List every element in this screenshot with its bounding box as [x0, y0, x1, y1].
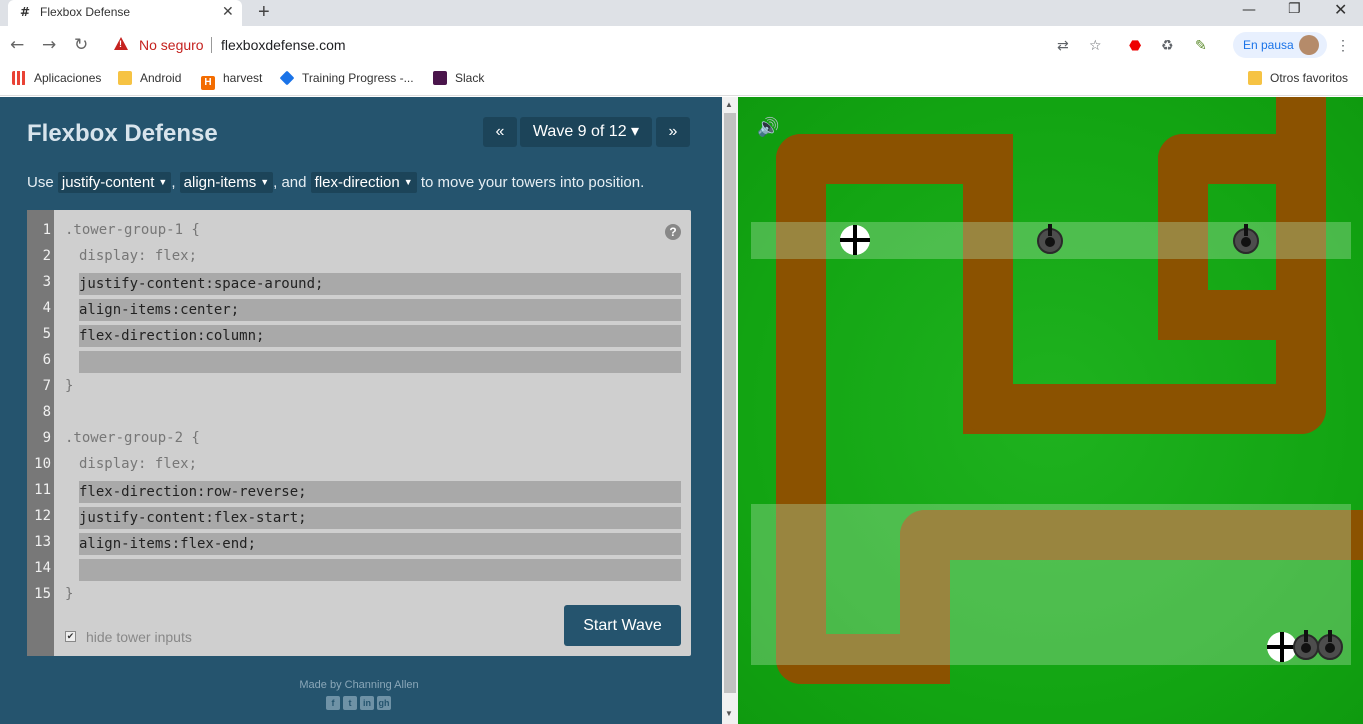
scrollbar[interactable]: ▲ ▼: [722, 97, 738, 724]
group2-input-4[interactable]: [79, 559, 681, 581]
warning-icon: [114, 37, 128, 50]
tower[interactable]: [1293, 630, 1319, 660]
bookmark-apps[interactable]: Aplicaciones: [12, 71, 101, 85]
twitter-icon[interactable]: t: [343, 696, 357, 710]
wave-label: Wave 9 of 12: [532, 123, 627, 140]
display-rule-2: display: flex;: [79, 456, 198, 472]
game-board: 🔊: [738, 97, 1363, 724]
tower[interactable]: [1233, 224, 1259, 254]
scroll-down-icon[interactable]: ▼: [725, 709, 733, 718]
folder-icon: [1248, 71, 1262, 85]
next-wave-button[interactable]: »: [656, 117, 690, 147]
forward-icon[interactable]: →: [42, 35, 56, 55]
bookmark-slack[interactable]: Slack: [433, 71, 484, 85]
back-icon[interactable]: ←: [10, 35, 24, 55]
hide-inputs-label[interactable]: hide tower inputs: [86, 629, 192, 645]
minimize-icon[interactable]: —: [1242, 2, 1256, 18]
avatar: [1299, 35, 1319, 55]
property-chip-align-items[interactable]: align-items ▼: [179, 172, 274, 193]
close-brace-2: }: [65, 586, 74, 602]
prev-wave-button[interactable]: «: [483, 117, 517, 147]
group2-input-3[interactable]: [79, 533, 681, 555]
start-wave-button[interactable]: Start Wave: [564, 605, 681, 646]
restore-icon[interactable]: ❐: [1288, 1, 1301, 17]
instructions-panel: Flexbox Defense « Wave 9 of 12 ▾ » Use j…: [0, 97, 722, 724]
training-icon: [279, 70, 295, 86]
tower[interactable]: [1037, 224, 1063, 254]
group1-input-2[interactable]: [79, 299, 681, 321]
scroll-up-icon[interactable]: ▲: [725, 100, 733, 109]
bookmark-android[interactable]: Android: [118, 71, 181, 85]
css-editor: 1 2 3 4 5 6 7 8 9 10 11 12 13 14 15 .tow…: [27, 210, 691, 656]
group1-input-3[interactable]: [79, 325, 681, 347]
tower[interactable]: [1317, 630, 1343, 660]
new-tab-icon[interactable]: +: [258, 1, 270, 24]
browser-tab[interactable]: # Flexbox Defense ✕: [8, 0, 242, 26]
group2-input-2[interactable]: [79, 507, 681, 529]
bookmarks-bar: Aplicaciones Android Hharvest Training P…: [0, 64, 1363, 96]
url-text[interactable]: flexboxdefense.com: [221, 37, 346, 53]
menu-icon[interactable]: ⋮: [1336, 37, 1350, 54]
help-icon[interactable]: ?: [665, 224, 681, 240]
tower-group-2-zone: [751, 504, 1351, 665]
close-brace-1: }: [65, 378, 74, 394]
profile-button[interactable]: En pausa: [1233, 32, 1327, 58]
star-icon[interactable]: ☆: [1089, 38, 1102, 54]
selector-group-2: .tower-group-2 {: [65, 430, 200, 446]
enemy-path: [1158, 290, 1326, 340]
scroll-thumb[interactable]: [724, 113, 736, 693]
github-icon[interactable]: gh: [377, 696, 391, 710]
line-gutter: 1 2 3 4 5 6 7 8 9 10 11 12 13 14 15: [27, 210, 54, 656]
instruction-text: Use justify-content ▼, align-items ▼, and …: [27, 172, 645, 193]
tower-target-marker: [840, 225, 870, 255]
profile-status: En pausa: [1243, 38, 1294, 52]
close-window-icon[interactable]: ✕: [1334, 0, 1347, 19]
harvest-icon: H: [201, 76, 215, 90]
browser-toolbar: ← → ↻ No seguro flexboxdefense.com ⇄ ☆ ⬣…: [0, 26, 1363, 64]
property-chip-flex-direction[interactable]: flex-direction ▼: [310, 172, 417, 193]
group1-input-1[interactable]: [79, 273, 681, 295]
reload-icon[interactable]: ↻: [74, 35, 88, 55]
address-bar[interactable]: No seguro flexboxdefense.com: [104, 32, 1119, 58]
group2-input-1[interactable]: [79, 481, 681, 503]
hide-inputs-checkbox[interactable]: ✔: [65, 631, 76, 642]
apps-icon: [12, 71, 26, 85]
group1-input-4[interactable]: [79, 351, 681, 373]
security-label[interactable]: No seguro: [139, 37, 204, 53]
recycle-icon[interactable]: ♻: [1161, 38, 1174, 54]
tab-title: Flexbox Defense: [40, 5, 131, 19]
facebook-icon[interactable]: f: [326, 696, 340, 710]
page-title: Flexbox Defense: [27, 120, 218, 147]
translate-icon[interactable]: ⇄: [1057, 38, 1069, 54]
tab-strip: # Flexbox Defense ✕ + — ❐ ✕: [0, 0, 1363, 26]
folder-icon: [118, 71, 132, 85]
property-chip-justify-content[interactable]: justify-content ▼: [57, 172, 172, 193]
wave-select[interactable]: Wave 9 of 12 ▾: [520, 117, 652, 147]
chevron-down-icon: ▾: [631, 123, 640, 140]
divider: [211, 37, 212, 53]
close-tab-icon[interactable]: ✕: [222, 3, 234, 20]
selector-group-1: .tower-group-1 {: [65, 222, 200, 238]
adblock-icon[interactable]: ⬣: [1129, 38, 1141, 54]
bookmark-other[interactable]: Otros favoritos: [1248, 71, 1348, 85]
display-rule-1: display: flex;: [79, 248, 198, 264]
sound-icon[interactable]: 🔊: [757, 117, 779, 138]
credits: Made by Channing Allen: [299, 679, 419, 691]
linkedin-icon[interactable]: in: [360, 696, 374, 710]
tab-favicon-icon: #: [20, 5, 31, 19]
dropper-icon[interactable]: ✎: [1195, 38, 1207, 54]
bookmark-training[interactable]: Training Progress -...: [279, 70, 414, 86]
bookmark-harvest[interactable]: Hharvest: [201, 71, 262, 90]
slack-icon: [433, 71, 447, 85]
enemy-path: [963, 384, 1326, 434]
